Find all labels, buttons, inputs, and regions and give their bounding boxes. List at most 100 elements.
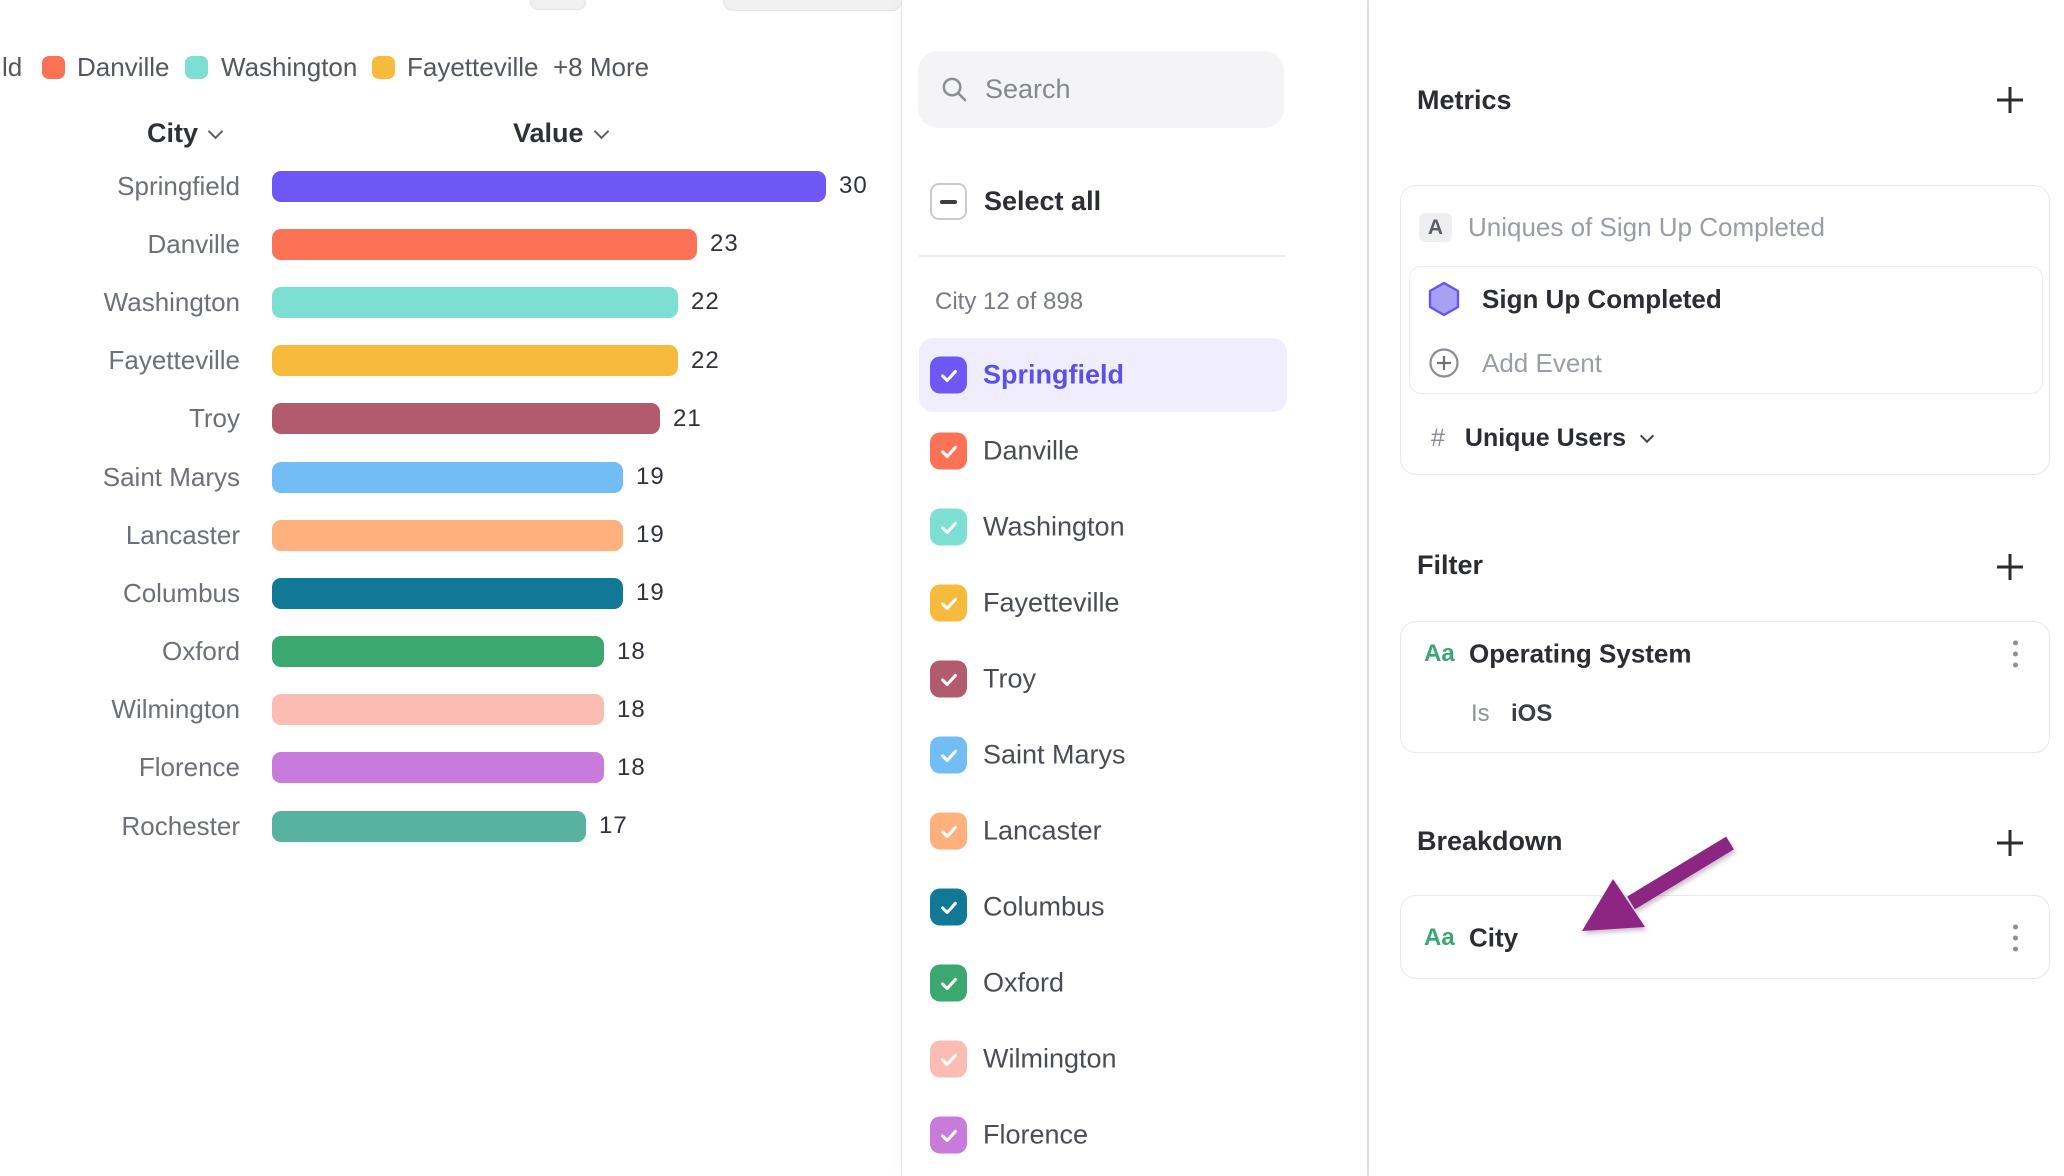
value-label: 19 [636,521,665,549]
value-bar[interactable] [272,171,826,202]
filter-value[interactable]: iOS [1511,700,1552,728]
city-option[interactable]: Saint Marys [902,717,1367,793]
city-checkbox[interactable] [930,585,967,622]
value-bar[interactable] [272,578,623,609]
legend-swatch [372,56,395,79]
sort-header-value[interactable]: Value [513,118,607,148]
value-label: 17 [599,812,628,840]
check-icon [938,897,960,917]
legend-more-button[interactable]: +8 More [553,53,649,81]
select-all-row[interactable]: Select all [930,183,1101,220]
filter-condition-row[interactable]: Is iOS [1401,700,2049,740]
value-bar[interactable] [272,403,660,434]
value-label: 18 [617,638,646,666]
city-checkbox[interactable] [930,661,967,698]
event-row[interactable]: Sign Up Completed [1410,267,2042,331]
value-bar[interactable] [272,345,678,376]
filter-card: Aa Operating System Is iOS [1400,621,2050,753]
chart-row: Troy21 [0,390,901,448]
city-option[interactable]: Lancaster [902,793,1367,869]
divider [919,255,1285,257]
city-option-label: Saint Marys [983,740,1126,771]
legend-item[interactable]: Washington [221,53,357,81]
chart-row: Oxford 18 [0,623,901,681]
city-checkbox[interactable] [930,433,967,470]
city-option-label: Springfield [983,360,1124,391]
metric-card: A Uniques of Sign Up Completed Sign Up C… [1400,185,2050,475]
value-label: 18 [617,754,646,782]
city-label: Fayetteville [0,345,240,376]
value-bar[interactable] [272,636,604,667]
search-box[interactable] [918,51,1284,128]
measure-selector[interactable]: # Unique Users [1401,408,2049,468]
city-option[interactable]: Troy [902,641,1367,717]
chart-row: Fayetteville22 [0,332,901,390]
sort-header-city[interactable]: City [147,118,221,148]
city-label: Troy [0,403,240,434]
city-option[interactable]: Columbus [902,869,1367,945]
sort-header-city-label: City [147,118,198,148]
value-bar[interactable] [272,811,586,842]
city-option-list: Springfield DanvilleWashingtonFayettevill… [902,337,1367,1173]
city-checkbox[interactable] [930,1117,967,1154]
value-bar[interactable] [272,520,623,551]
city-option[interactable]: Washington [902,489,1367,565]
kebab-menu-icon[interactable] [2007,635,2024,674]
legend-item-clipped[interactable]: ld [2,53,22,81]
city-label: Wilmington [0,694,240,725]
chart-row: Lancaster 19 [0,506,901,564]
kebab-menu-icon[interactable] [2007,919,2024,958]
legend-swatch [185,56,208,79]
check-icon [938,1125,960,1145]
value-bar[interactable] [272,694,604,725]
breakdown-property-row[interactable]: Aa City [1401,896,2049,980]
add-filter-button[interactable] [1994,551,2026,583]
city-label: Lancaster [0,520,240,551]
city-option-label: Columbus [983,892,1105,923]
city-checkbox[interactable] [930,509,967,546]
value-bar[interactable] [272,752,604,783]
select-all-label: Select all [984,186,1101,217]
filter-operator[interactable]: Is [1471,700,1490,728]
legend-item[interactable]: Danville [77,53,170,81]
event-card: Sign Up Completed Add Event [1409,266,2043,394]
city-option[interactable]: Fayetteville [902,565,1367,641]
add-event-row[interactable]: Add Event [1410,331,2042,395]
value-bar[interactable] [272,229,697,260]
breakdown-card: Aa City [1400,895,2050,979]
top-tab-fragment [723,0,902,11]
city-checkbox[interactable] [930,813,967,850]
value-bar[interactable] [272,462,623,493]
select-all-checkbox[interactable] [930,183,967,220]
city-checkbox[interactable] [930,357,967,394]
check-icon [938,973,960,993]
event-hexagon-icon [1427,281,1461,317]
city-label: Columbus [0,578,240,609]
add-event-label: Add Event [1482,348,1602,379]
add-metric-button[interactable] [1994,84,2026,116]
city-label: Rochester [0,811,240,842]
city-label: Oxford [0,636,240,667]
city-checkbox[interactable] [930,965,967,1002]
top-tab-fragment [530,0,586,10]
search-input[interactable] [985,74,1265,105]
city-option[interactable]: Wilmington [902,1021,1367,1097]
city-option[interactable]: Oxford [902,945,1367,1021]
filter-property-row[interactable]: Aa Operating System [1401,622,2049,686]
city-checkbox[interactable] [930,889,967,926]
indeterminate-dash-icon [940,200,957,204]
city-label: Florence [0,752,240,783]
search-icon [940,75,969,104]
city-checkbox[interactable] [930,1041,967,1078]
city-option[interactable]: Springfield [902,337,1367,413]
chart-row: Washington22 [0,273,901,331]
city-option[interactable]: Florence [902,1097,1367,1173]
city-option-label: Troy [983,664,1036,695]
analytics-app: ld Danville Washington Fayetteville +8 M… [0,0,2064,1176]
legend-swatch [42,56,65,79]
city-checkbox[interactable] [930,737,967,774]
value-bar[interactable] [272,287,678,318]
add-breakdown-button[interactable] [1994,827,2026,859]
legend-item[interactable]: Fayetteville [407,53,539,81]
city-option[interactable]: Danville [902,413,1367,489]
